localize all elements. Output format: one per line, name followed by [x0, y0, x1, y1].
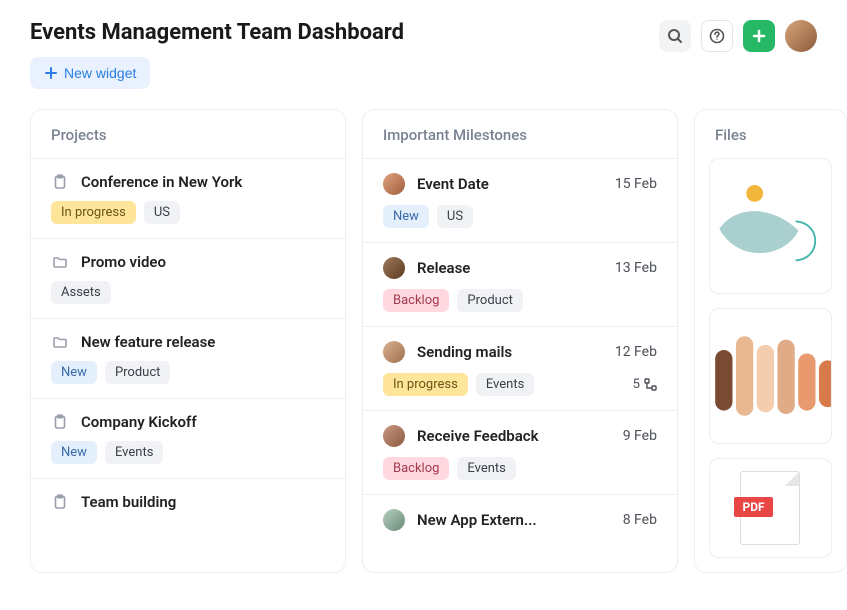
subtask-icon	[644, 378, 657, 391]
subtask-count: 5	[633, 377, 657, 392]
widget-projects: Projects Conference in New York In progr…	[30, 109, 346, 573]
file-thumbnail[interactable]	[709, 158, 832, 294]
milestone-date: 8 Feb	[623, 512, 657, 528]
project-item[interactable]: Promo video Assets	[31, 238, 345, 318]
add-button[interactable]	[743, 20, 775, 52]
file-thumbnail[interactable]	[709, 308, 832, 444]
milestone-date: 12 Feb	[615, 344, 657, 360]
tag: Events	[457, 457, 515, 480]
project-item[interactable]: New feature release New Product	[31, 318, 345, 398]
new-widget-label: New widget	[64, 65, 136, 81]
assignee-avatar	[383, 173, 405, 195]
tag: Product	[105, 361, 170, 384]
milestone-title: Receive Feedback	[417, 427, 611, 445]
widget-projects-title: Projects	[31, 110, 345, 158]
project-title: Company Kickoff	[81, 413, 325, 431]
milestone-item[interactable]: Event Date 15 Feb New US	[363, 158, 677, 242]
project-title: Promo video	[81, 253, 325, 271]
plus-icon	[44, 66, 58, 80]
milestone-title: Event Date	[417, 175, 603, 193]
tag: US	[144, 201, 180, 224]
milestone-item[interactable]: Sending mails 12 Feb In progress Events 5	[363, 326, 677, 410]
tag: New	[51, 361, 97, 384]
clipboard-icon	[51, 173, 69, 191]
assignee-avatar	[383, 509, 405, 531]
plus-icon	[752, 29, 766, 43]
assignee-avatar	[383, 425, 405, 447]
tag: In progress	[51, 201, 136, 224]
tag: Product	[457, 289, 522, 312]
widget-files-title: Files	[695, 110, 846, 158]
tag: In progress	[383, 373, 468, 396]
tag: Backlog	[383, 289, 449, 312]
clipboard-icon	[51, 413, 69, 431]
widget-milestones: Important Milestones Event Date 15 Feb N…	[362, 109, 678, 573]
folder-icon	[51, 253, 69, 271]
tag: New	[51, 441, 97, 464]
project-item[interactable]: Team building	[31, 478, 345, 525]
project-title: Conference in New York	[81, 173, 325, 191]
tag: US	[437, 205, 473, 228]
milestone-item[interactable]: Receive Feedback 9 Feb Backlog Events	[363, 410, 677, 494]
milestone-date: 9 Feb	[623, 428, 657, 444]
search-button[interactable]	[659, 20, 691, 52]
file-thumbnail[interactable]: PDF	[709, 458, 832, 558]
milestone-item[interactable]: Release 13 Feb Backlog Product	[363, 242, 677, 326]
tag: Assets	[51, 281, 111, 304]
project-title: New feature release	[81, 333, 325, 351]
assignee-avatar	[383, 257, 405, 279]
pdf-label: PDF	[734, 497, 772, 517]
widget-milestones-title: Important Milestones	[363, 110, 677, 158]
clipboard-icon	[51, 493, 69, 511]
project-item[interactable]: Company Kickoff New Events	[31, 398, 345, 478]
new-widget-button[interactable]: New widget	[30, 57, 150, 89]
milestone-date: 13 Feb	[615, 260, 657, 276]
project-item[interactable]: Conference in New York In progress US	[31, 158, 345, 238]
search-icon	[667, 28, 683, 44]
widget-files: Files	[694, 109, 847, 573]
milestone-item[interactable]: New App Extern... 8 Feb	[363, 494, 677, 545]
help-icon	[709, 28, 725, 44]
tag: Backlog	[383, 457, 449, 480]
help-button[interactable]	[701, 20, 733, 52]
project-title: Team building	[81, 493, 325, 511]
pdf-icon: PDF	[740, 471, 800, 545]
milestone-date: 15 Feb	[615, 176, 657, 192]
milestone-title: Release	[417, 259, 603, 277]
folder-icon	[51, 333, 69, 351]
assignee-avatar	[383, 341, 405, 363]
tag: Events	[105, 441, 163, 464]
tag: New	[383, 205, 429, 228]
page-title: Events Management Team Dashboard	[30, 20, 404, 45]
milestone-title: Sending mails	[417, 343, 603, 361]
user-avatar[interactable]	[785, 20, 817, 52]
tag: Events	[476, 373, 534, 396]
milestone-title: New App Extern...	[417, 511, 611, 529]
